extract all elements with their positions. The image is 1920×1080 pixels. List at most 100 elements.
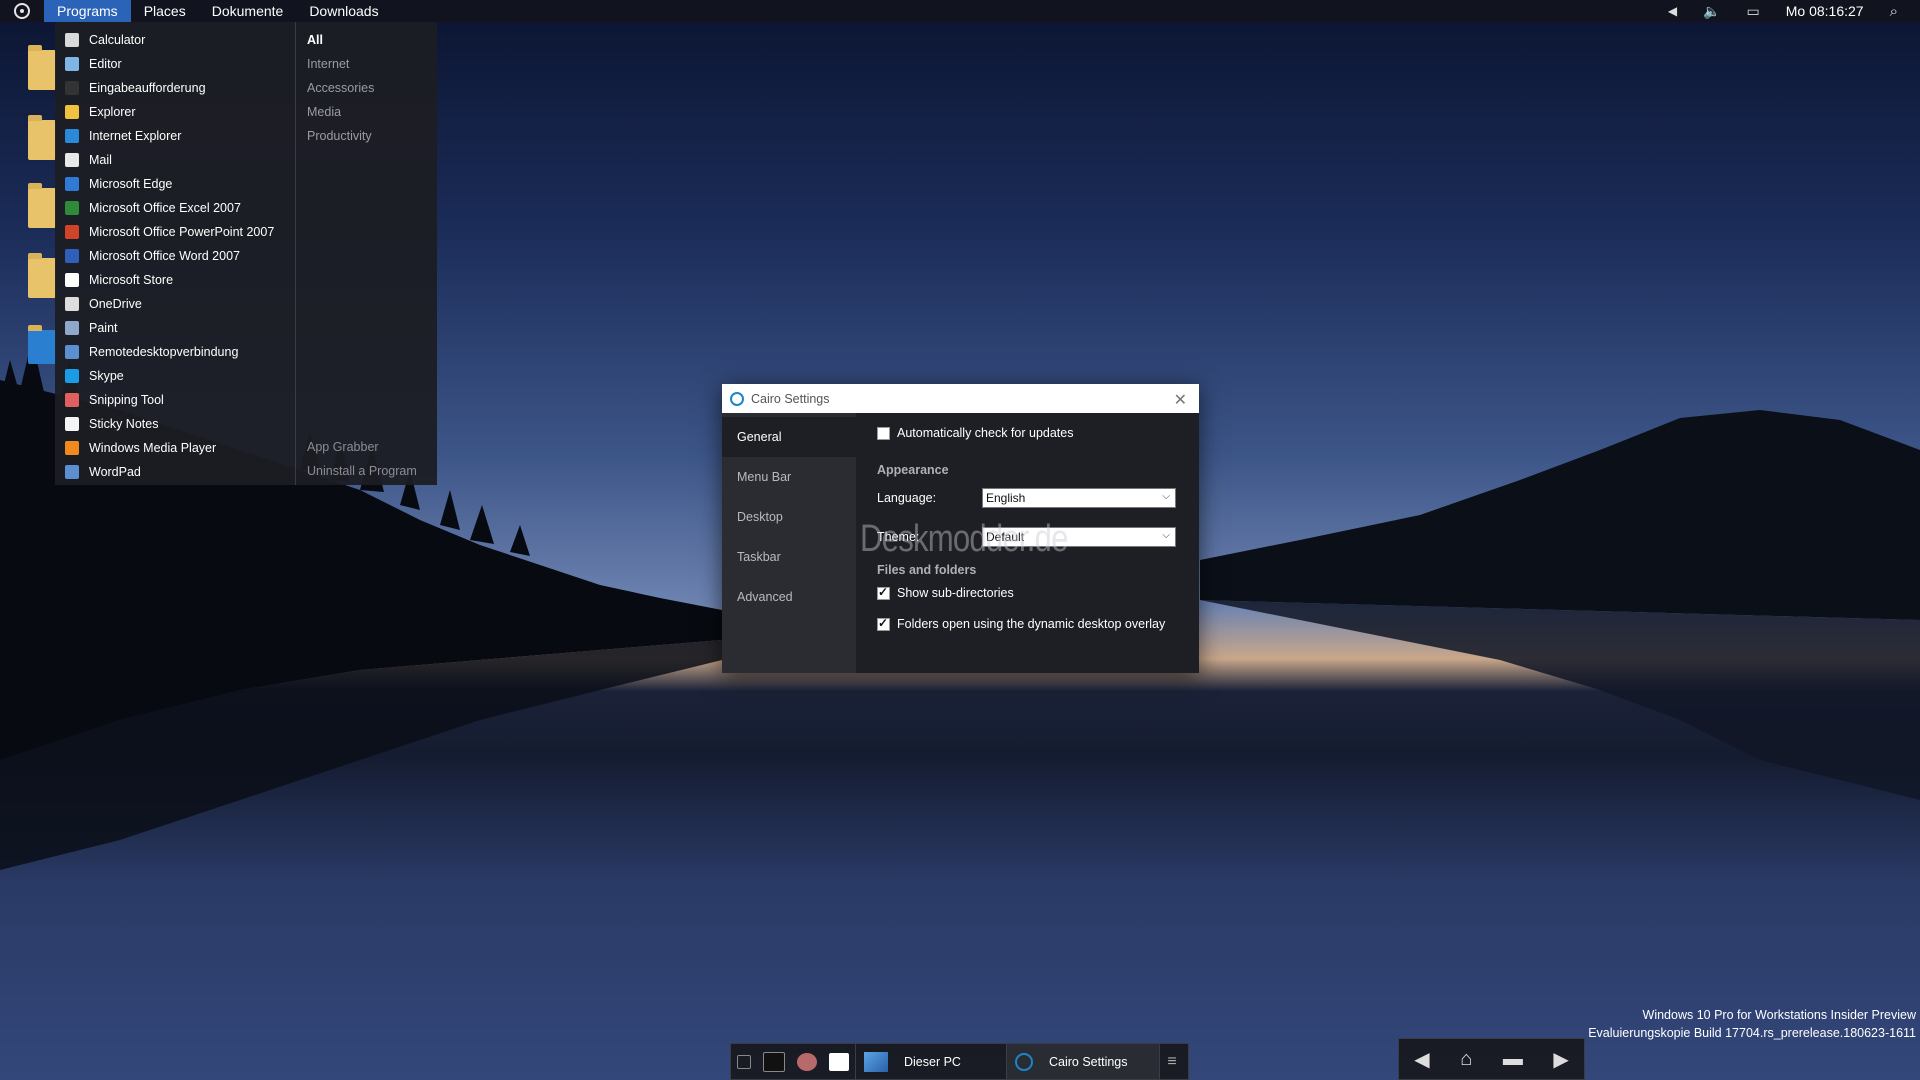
cairo-menu-button[interactable] xyxy=(0,0,44,22)
nav-desktop[interactable]: Desktop xyxy=(722,497,856,537)
taskbar-menu-icon[interactable]: ≡ xyxy=(1159,1044,1184,1079)
nav-advanced[interactable]: Advanced xyxy=(722,577,856,617)
edge-icon xyxy=(65,177,79,191)
program-item[interactable]: Eingabeaufforderung xyxy=(55,76,295,100)
settings-titlebar[interactable]: Cairo Settings ✕ xyxy=(722,384,1199,413)
category-internet[interactable]: Internet xyxy=(296,52,437,76)
program-item[interactable]: Windows Media Player xyxy=(55,436,295,460)
auto-update-checkbox[interactable] xyxy=(877,426,890,440)
folder-icon[interactable]: ▬ xyxy=(1503,1048,1523,1071)
subdirs-row[interactable]: Show sub-directories xyxy=(877,583,1199,603)
menu-downloads[interactable]: Downloads xyxy=(296,0,391,22)
task-cairo-settings[interactable]: Cairo Settings xyxy=(1006,1044,1159,1079)
program-item[interactable]: Microsoft Office Excel 2007 xyxy=(55,196,295,220)
uninstall-program-link[interactable]: Uninstall a Program xyxy=(296,459,437,483)
program-item[interactable]: Mail xyxy=(55,148,295,172)
search-icon[interactable]: ⌕ xyxy=(1890,3,1898,20)
watermark: Deskmodder.de xyxy=(860,518,1068,560)
settings-nav: General Menu Bar Desktop Taskbar Advanced xyxy=(722,413,856,673)
task-dieser-pc[interactable]: Dieser PC xyxy=(855,1044,1006,1079)
program-label: OneDrive xyxy=(89,297,142,311)
program-label: WordPad xyxy=(89,465,141,479)
auto-update-row[interactable]: Automatically check for updates xyxy=(877,423,1199,443)
category-all[interactable]: All xyxy=(296,28,437,52)
nav-taskbar[interactable]: Taskbar xyxy=(722,537,856,577)
word-icon xyxy=(65,249,79,263)
cmd-icon[interactable] xyxy=(763,1051,785,1072)
taskbar: Dieser PC Cairo Settings ≡ xyxy=(730,1043,1189,1080)
home-icon[interactable]: ⌂ xyxy=(1460,1048,1472,1071)
program-item[interactable]: Microsoft Store xyxy=(55,268,295,292)
desktop-folder-icon[interactable] xyxy=(28,183,56,228)
program-item[interactable]: Microsoft Edge xyxy=(55,172,295,196)
mail-icon xyxy=(65,153,79,167)
cairo-icon xyxy=(1015,1052,1033,1071)
program-item[interactable]: Explorer xyxy=(55,100,295,124)
volume-icon[interactable]: 🔈 xyxy=(1703,3,1720,20)
menu-dokumente[interactable]: Dokumente xyxy=(199,0,297,22)
program-item[interactable]: Paint xyxy=(55,316,295,340)
language-select[interactable]: English ⌵ xyxy=(982,487,1176,508)
desktop-folder-icon[interactable] xyxy=(28,115,56,160)
program-item[interactable]: Calculator xyxy=(55,28,295,52)
program-item[interactable]: WordPad xyxy=(55,460,295,484)
program-item[interactable]: Editor xyxy=(55,52,295,76)
category-accessories[interactable]: Accessories xyxy=(296,76,437,100)
program-label: Microsoft Office PowerPoint 2007 xyxy=(89,225,275,239)
program-item[interactable]: Sticky Notes xyxy=(55,412,295,436)
chevron-down-icon: ⌵ xyxy=(1162,529,1170,541)
excel-icon xyxy=(65,201,79,215)
tray-expand-icon[interactable]: ◀ xyxy=(1668,4,1677,18)
files-folders-heading: Files and folders xyxy=(877,563,977,577)
category-media[interactable]: Media xyxy=(296,100,437,124)
program-item[interactable]: Microsoft Office PowerPoint 2007 xyxy=(55,220,295,244)
cmd-icon xyxy=(65,81,79,95)
store-icon[interactable] xyxy=(829,1052,849,1071)
snipping-icon xyxy=(65,393,79,407)
close-icon[interactable]: ✕ xyxy=(1174,390,1187,410)
menu-bar: Programs Places Dokumente Downloads ◀ 🔈 … xyxy=(0,0,1920,22)
program-label: Remotedesktopverbindung xyxy=(89,345,239,359)
overlay-row[interactable]: Folders open using the dynamic desktop o… xyxy=(877,614,1199,634)
show-desktop-icon[interactable] xyxy=(737,1054,751,1069)
action-center-icon[interactable]: ▭ xyxy=(1747,3,1760,20)
program-item[interactable]: Skype xyxy=(55,364,295,388)
program-label: Windows Media Player xyxy=(89,441,217,455)
desktop-app-icon[interactable] xyxy=(28,325,56,364)
menu-places[interactable]: Places xyxy=(131,0,199,22)
category-productivity[interactable]: Productivity xyxy=(296,124,437,148)
cairo-logo-icon xyxy=(730,391,744,406)
program-item[interactable]: Remotedesktopverbindung xyxy=(55,340,295,364)
program-label: Paint xyxy=(89,321,118,335)
store-icon xyxy=(65,273,79,287)
menu-programs[interactable]: Programs xyxy=(44,0,131,22)
subdirs-checkbox[interactable] xyxy=(877,585,890,600)
nav-general[interactable]: General xyxy=(722,417,856,457)
program-item[interactable]: Microsoft Office Word 2007 xyxy=(55,244,295,268)
language-value: English xyxy=(986,490,1026,505)
overlay-checkbox[interactable] xyxy=(877,616,890,631)
overlay-label: Folders open using the dynamic desktop o… xyxy=(897,617,1166,631)
auto-update-label: Automatically check for updates xyxy=(897,426,1074,440)
category-list: All Internet Accessories Media Productivity … xyxy=(296,22,437,485)
program-label: Explorer xyxy=(89,105,136,119)
clock[interactable]: Mo 08:16:27 xyxy=(1786,3,1864,19)
workspace-nav: ◀ ⌂ ▬ ▶ xyxy=(1398,1038,1585,1080)
app-grabber-link[interactable]: App Grabber xyxy=(296,435,437,459)
desktop-folder-icon[interactable] xyxy=(28,45,56,90)
cairo-logo-icon xyxy=(14,3,30,19)
paint-icon[interactable] xyxy=(797,1052,817,1071)
nav-menu-bar[interactable]: Menu Bar xyxy=(722,457,856,497)
back-arrow-icon[interactable]: ◀ xyxy=(1414,1047,1429,1072)
forward-arrow-icon[interactable]: ▶ xyxy=(1553,1047,1568,1072)
desktop-folder-icon[interactable] xyxy=(28,253,56,298)
subdirs-label: Show sub-directories xyxy=(897,586,1014,600)
remote-desktop-icon xyxy=(65,345,79,359)
program-item[interactable]: Snipping Tool xyxy=(55,388,295,412)
program-label: Mail xyxy=(89,153,112,167)
build-info: Windows 10 Pro for Workstations Insider … xyxy=(1588,1006,1916,1042)
program-label: Calculator xyxy=(89,33,146,47)
calculator-icon xyxy=(65,33,79,47)
program-item[interactable]: Internet Explorer xyxy=(55,124,295,148)
program-item[interactable]: OneDrive xyxy=(55,292,295,316)
